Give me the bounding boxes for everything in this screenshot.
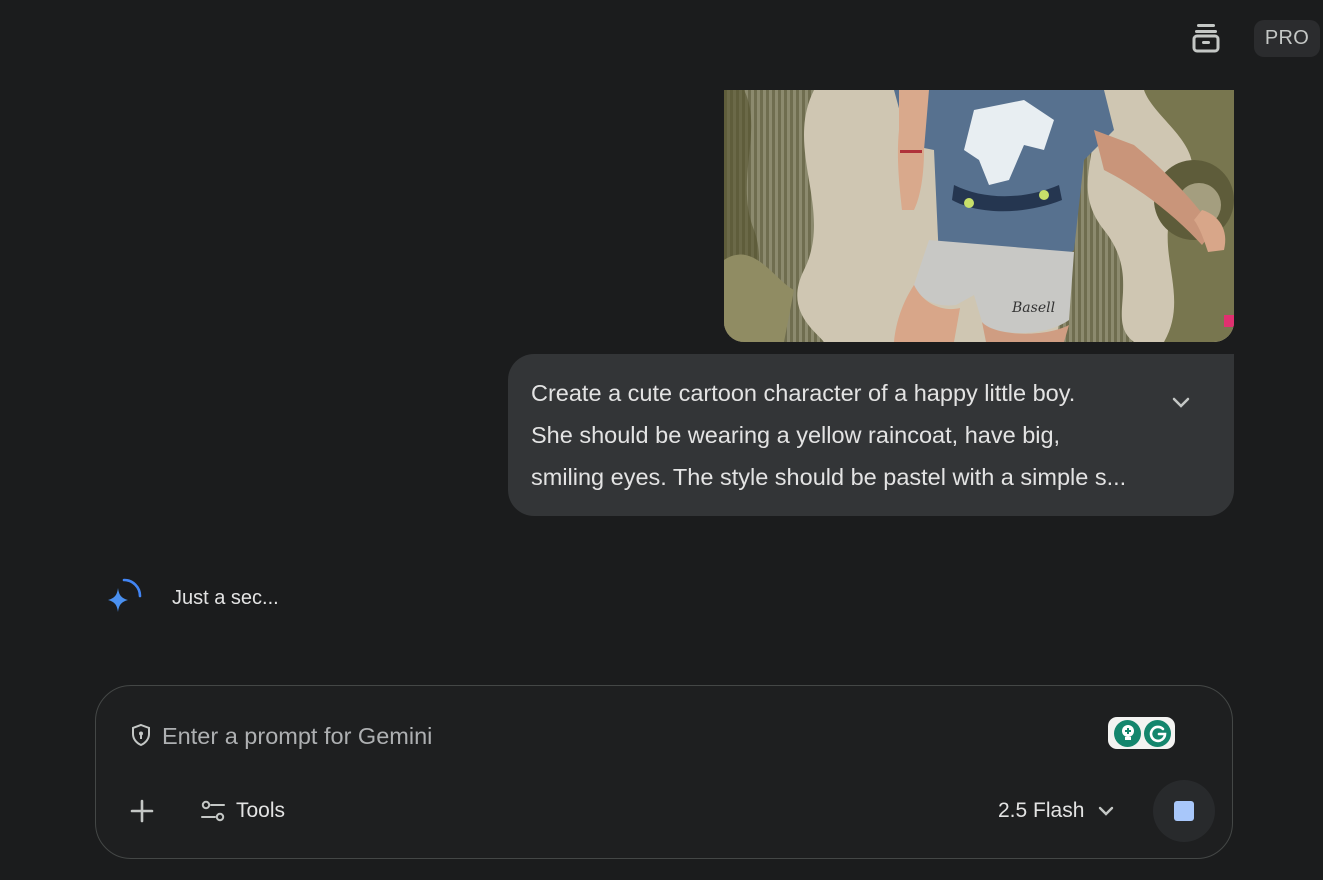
chevron-down-icon [1099,806,1114,816]
grammarly-bulb-icon[interactable] [1114,719,1141,747]
stop-icon [1174,801,1194,821]
plus-icon [130,799,154,823]
grammarly-widget[interactable] [1108,717,1175,749]
user-message-text: Create a cute cartoon character of a hap… [531,380,1127,490]
tools-button[interactable]: Tools [200,794,285,828]
shorts-print-text: Basell [1011,300,1055,316]
uploaded-image[interactable]: Basell [724,90,1234,342]
response-status: Just a sec... [172,587,279,609]
pro-badge[interactable]: PRO [1254,20,1320,57]
tools-sliders-icon [201,800,225,822]
gemini-spark-icon [104,576,144,616]
prompt-input[interactable] [160,716,1064,756]
add-attachment-button[interactable] [126,795,158,827]
chevron-down-icon [1172,397,1190,408]
model-selector[interactable]: 2.5 Flash [998,794,1114,828]
stop-generation-button[interactable] [1153,780,1215,842]
grammarly-g-icon[interactable] [1144,719,1171,747]
prompt-box: Tools 2.5 Flash [95,685,1233,859]
gemini-chat-page: PRO Basell Create a cute cartoon charact… [0,0,1323,880]
archive-button[interactable] [1186,18,1226,58]
shield-lock-icon [132,723,150,747]
model-label: 2.5 Flash [998,799,1085,822]
tools-label: Tools [236,799,286,822]
expand-message-button[interactable] [1166,388,1196,418]
archive-icon [1192,24,1220,53]
user-message-bubble: Create a cute cartoon character of a hap… [508,354,1234,516]
